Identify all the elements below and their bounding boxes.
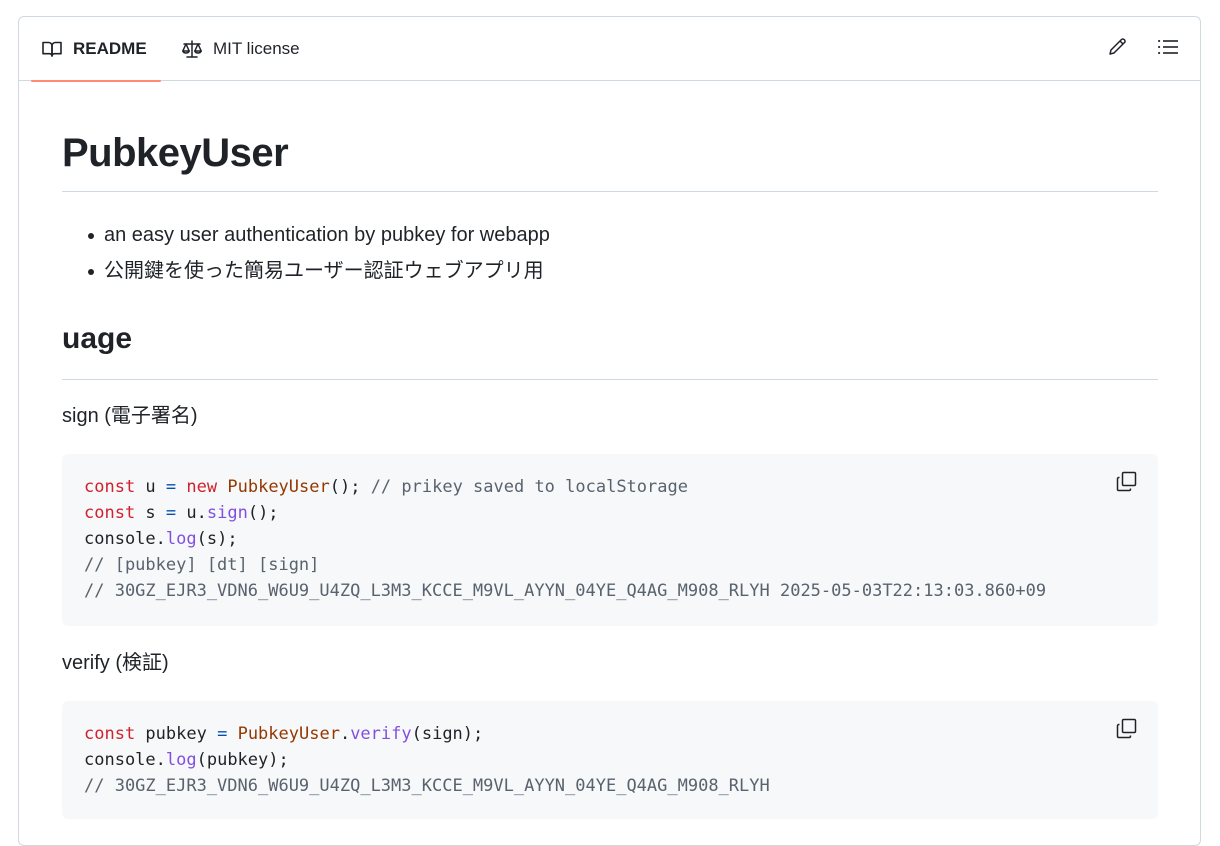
- code-comment: // 30GZ_EJR3_VDN6_W6U9_U4ZQ_L3M3_KCCE_M9…: [84, 581, 1047, 601]
- description-list: an easy user authentication by pubkey fo…: [62, 217, 1158, 289]
- readme-tab-bar: README MIT license: [19, 17, 1200, 82]
- pencil-icon: [1108, 37, 1127, 61]
- code-token: sign: [206, 503, 248, 523]
- code-token: =: [165, 503, 177, 523]
- code-token: s: [135, 503, 166, 523]
- code-token: verify: [350, 724, 412, 744]
- code-line: const u = new PubkeyUser(); // prikey sa…: [84, 474, 1136, 500]
- code-block-sign: const u = new PubkeyUser(); // prikey sa…: [62, 454, 1158, 626]
- copy-icon: [1116, 718, 1137, 744]
- tab-license[interactable]: MIT license: [179, 17, 300, 81]
- code-token: const: [84, 503, 136, 523]
- code-line: console.log(s);: [84, 526, 1136, 552]
- code-token: u: [135, 477, 166, 497]
- tab-license-label: MIT license: [213, 39, 300, 58]
- list-item: 公開鍵を使った簡易ユーザー認証ウェブアプリ用: [62, 253, 1158, 289]
- code-token: const: [84, 724, 136, 744]
- code-token: PubkeyUser: [227, 477, 330, 497]
- code-token: new: [186, 477, 218, 497]
- code-token: (sign);: [411, 724, 484, 744]
- code-token: =: [217, 724, 228, 744]
- code-token: ();: [247, 503, 279, 523]
- verify-label: verify (検証): [62, 652, 169, 674]
- readme-box: README MIT license PubkeyUser an easy us…: [18, 16, 1201, 846]
- code-comment: // [pubkey] [dt] [sign]: [84, 555, 320, 575]
- code-token: .: [339, 724, 351, 744]
- code-token: PubkeyUser: [237, 724, 340, 744]
- code-line: console.log(pubkey);: [84, 747, 1136, 773]
- code-token: =: [165, 477, 177, 497]
- readme-title: PubkeyUser: [62, 129, 1158, 192]
- code-token: console.: [84, 750, 166, 770]
- code-line: const s = u.sign();: [84, 500, 1136, 526]
- code-token: const: [84, 477, 136, 497]
- code-line: const pubkey = PubkeyUser.verify(sign);: [84, 721, 1136, 747]
- list-unordered-icon: [1158, 38, 1178, 61]
- edit-file-button[interactable]: [1105, 37, 1129, 61]
- code-token: u.: [176, 503, 207, 523]
- list-item: an easy user authentication by pubkey fo…: [62, 217, 1158, 253]
- code-token: pubkey: [135, 724, 218, 744]
- code-token: log: [165, 529, 197, 549]
- code-token: ();: [329, 477, 371, 497]
- sign-label: sign (電子署名): [62, 405, 198, 427]
- code-token: (s);: [196, 529, 238, 549]
- law-icon: [181, 38, 203, 60]
- code-block-verify: const pubkey = PubkeyUser.verify(sign); …: [62, 701, 1158, 819]
- code-token: (pubkey);: [196, 750, 289, 770]
- copy-button[interactable]: [1114, 718, 1138, 744]
- code-token: log: [165, 750, 197, 770]
- book-icon: [41, 38, 63, 60]
- usage-heading: uage: [62, 319, 1158, 380]
- code-comment: // 30GZ_EJR3_VDN6_W6U9_U4ZQ_L3M3_KCCE_M9…: [84, 776, 770, 796]
- outline-button[interactable]: [1156, 37, 1180, 61]
- tab-readme-label: README: [73, 39, 147, 58]
- copy-button[interactable]: [1114, 471, 1138, 497]
- copy-icon: [1116, 471, 1137, 497]
- tab-readme[interactable]: README: [31, 17, 161, 82]
- code-comment: // prikey saved to localStorage: [370, 477, 688, 497]
- code-token: console.: [84, 529, 166, 549]
